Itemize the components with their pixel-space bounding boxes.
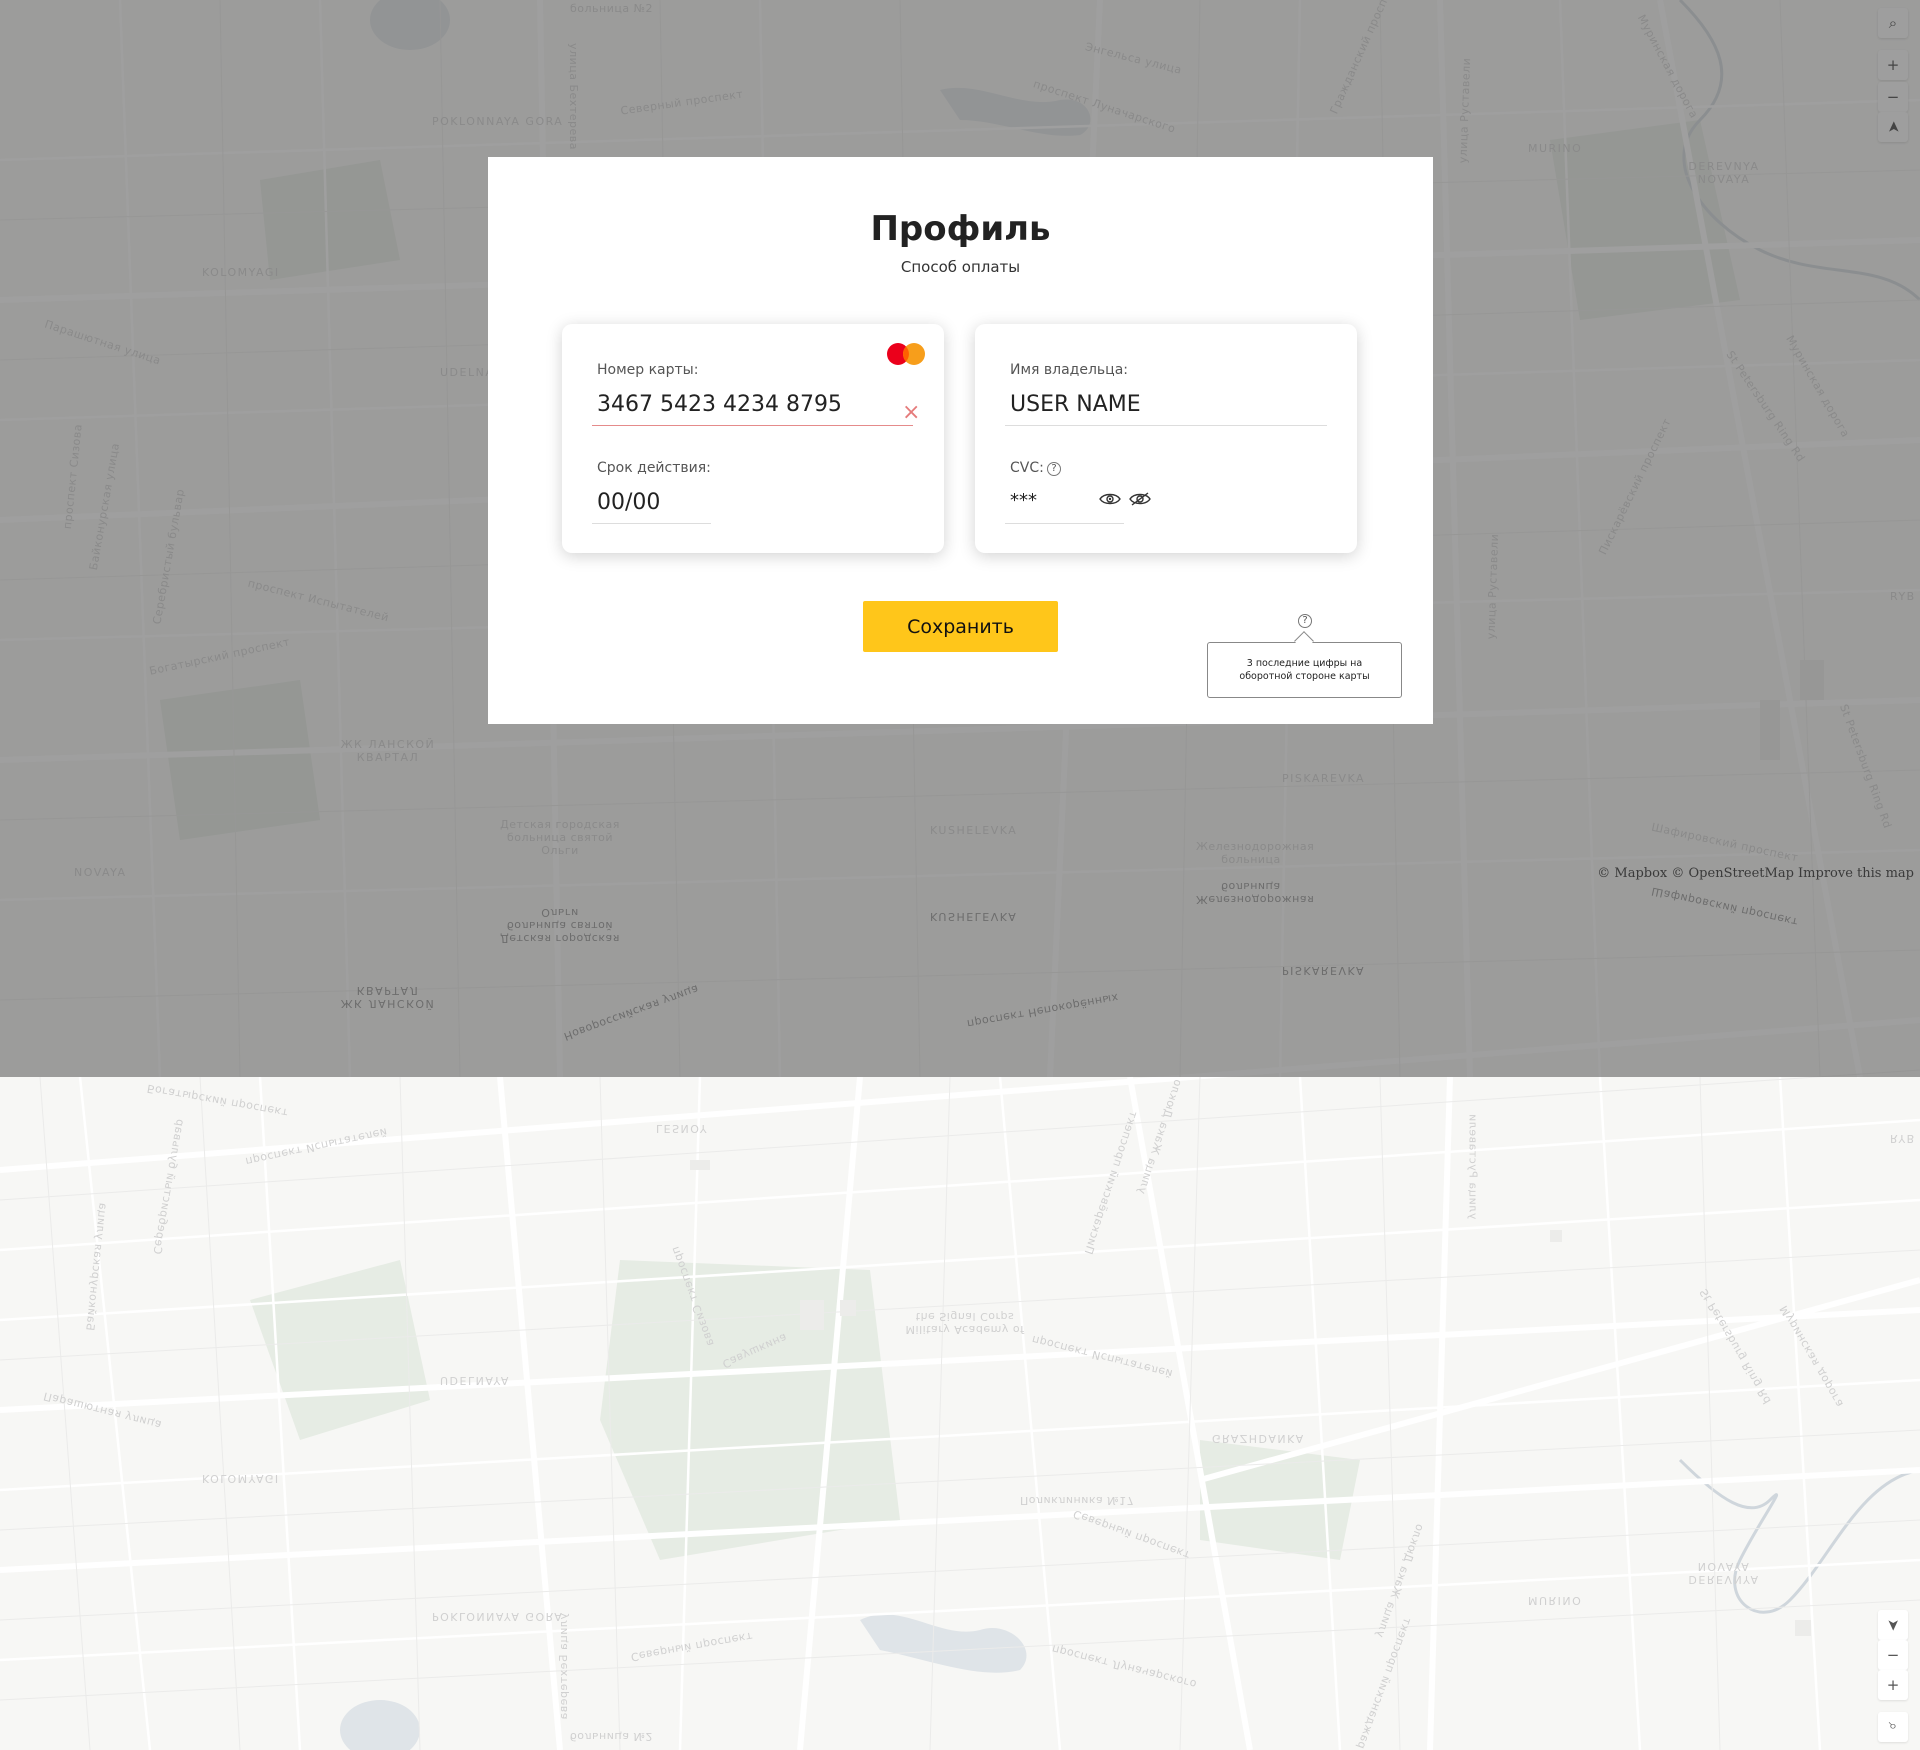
map-label: GRAZHDANKA — [1212, 1432, 1305, 1445]
map-label: NOVAYA — [74, 866, 127, 879]
zoom-out-button[interactable]: − — [1878, 1640, 1908, 1670]
zoom-in-button[interactable]: + — [1878, 50, 1908, 80]
owner-details-panel: Имя владельца: USER NAME CVC: ? *** — [975, 324, 1357, 553]
card-number-input[interactable]: 3467 5423 4234 8795 — [597, 392, 842, 417]
compass-icon: ➤ — [1883, 120, 1902, 134]
map-label: ЖК ЛАНСКОЙ КВАРТАЛ — [340, 984, 436, 1010]
owner-name-label: Имя владельца: — [1010, 362, 1129, 378]
owner-name-input[interactable]: USER NAME — [1010, 392, 1141, 417]
card-number-underline — [592, 425, 913, 426]
modal-subtitle: Способ оплаты — [900, 258, 1021, 276]
mastercard-icon — [887, 343, 925, 365]
map-label: улица Руставели — [1466, 1113, 1480, 1220]
map-label: KOLOMYAGI — [202, 1472, 280, 1485]
map-label: больница №2 — [570, 2, 654, 15]
minus-icon: − — [1886, 1646, 1900, 1664]
show-cvc-eye-icon[interactable] — [1099, 492, 1121, 506]
map-label: RYB — [1890, 1132, 1916, 1145]
modal-title: Профиль — [870, 209, 1051, 249]
expiry-input[interactable]: 00/00 — [597, 490, 660, 515]
map-label: Поликлиника №17 — [1020, 1494, 1135, 1507]
map-label: ЖК ЛАНСКОЙ КВАРТАЛ — [340, 738, 436, 764]
map-label: POKLONNAYA GORA — [432, 115, 564, 128]
save-button[interactable]: Сохранить — [863, 601, 1058, 652]
expiry-label: Срок действия: — [597, 460, 711, 476]
map-label: улица Бехтерева — [556, 1613, 570, 1720]
compass-button[interactable]: ➤ — [1878, 1610, 1908, 1640]
map-label: LESNOY — [656, 1122, 709, 1135]
cvc-input[interactable]: *** — [1010, 490, 1037, 511]
map-label: Military Academy of the Signal Corps — [905, 1310, 1025, 1336]
map-label: KOLOMYAGI — [202, 266, 280, 279]
map-label: POKLONNAYA GORA — [432, 1610, 564, 1623]
compass-button[interactable]: ➤ — [1878, 112, 1908, 142]
cvc-help-icon[interactable]: ? — [1047, 462, 1061, 476]
map-label: больница №2 — [570, 1730, 654, 1743]
card-number-label: Номер карты: — [597, 362, 699, 378]
zoom-out-button[interactable]: − — [1878, 82, 1908, 112]
tooltip-line: оборотной стороне карты — [1239, 671, 1370, 682]
map-label: Детская городская больница святой Ольги — [500, 906, 620, 945]
map-label: Детская городская больница святой Ольги — [500, 818, 620, 857]
card-details-panel: Номер карты: 3467 5423 4234 8795 × Срок … — [562, 324, 944, 553]
map-search-button[interactable]: ⌕ — [1878, 1712, 1908, 1742]
cvc-underline — [1005, 523, 1124, 524]
map-label: Железнодорожная больница — [1196, 880, 1315, 906]
map-label: PISKAREVKA — [1282, 772, 1366, 785]
compass-icon: ➤ — [1883, 1618, 1902, 1632]
map-label: KUSHELEVKA — [930, 910, 1018, 923]
search-icon: ⌕ — [1888, 14, 1898, 32]
map-label: KUSHELEVKA — [930, 824, 1018, 837]
tooltip-line: 3 последние цифры на — [1246, 658, 1363, 669]
map-label: PISKAREVKA — [1282, 964, 1366, 977]
tooltip-help-icon: ? — [1298, 614, 1312, 628]
cvc-label: CVC: — [1010, 460, 1044, 476]
map-label: улица Бехтерева — [566, 43, 580, 150]
map-label: DEREVNYA NOVAYA — [1688, 160, 1760, 186]
map-search-button[interactable]: ⌕ — [1878, 8, 1908, 38]
plus-icon: + — [1886, 1676, 1900, 1694]
map-label: RYB — [1890, 590, 1916, 603]
map-label: MURINO — [1528, 142, 1583, 155]
minus-icon: − — [1886, 88, 1900, 106]
owner-name-underline — [1005, 425, 1327, 426]
map-label: UDELNAYA — [440, 1374, 510, 1387]
map-attribution[interactable]: © Mapbox © OpenStreetMap Improve this ma… — [1597, 866, 1914, 881]
plus-icon: + — [1886, 56, 1900, 74]
hide-cvc-eye-icon[interactable] — [1129, 492, 1151, 506]
map-label: Железнодорожная больница — [1196, 840, 1315, 866]
expiry-underline — [592, 523, 711, 524]
clear-icon[interactable]: × — [902, 402, 920, 424]
profile-modal: Профиль Способ оплаты Номер карты: 3467 … — [488, 157, 1433, 724]
search-icon: ⌕ — [1888, 1718, 1898, 1736]
map-label: MURINO — [1528, 1594, 1583, 1607]
zoom-in-button[interactable]: + — [1878, 1670, 1908, 1700]
map-label: DEREVNYA NOVAYA — [1688, 1560, 1760, 1586]
